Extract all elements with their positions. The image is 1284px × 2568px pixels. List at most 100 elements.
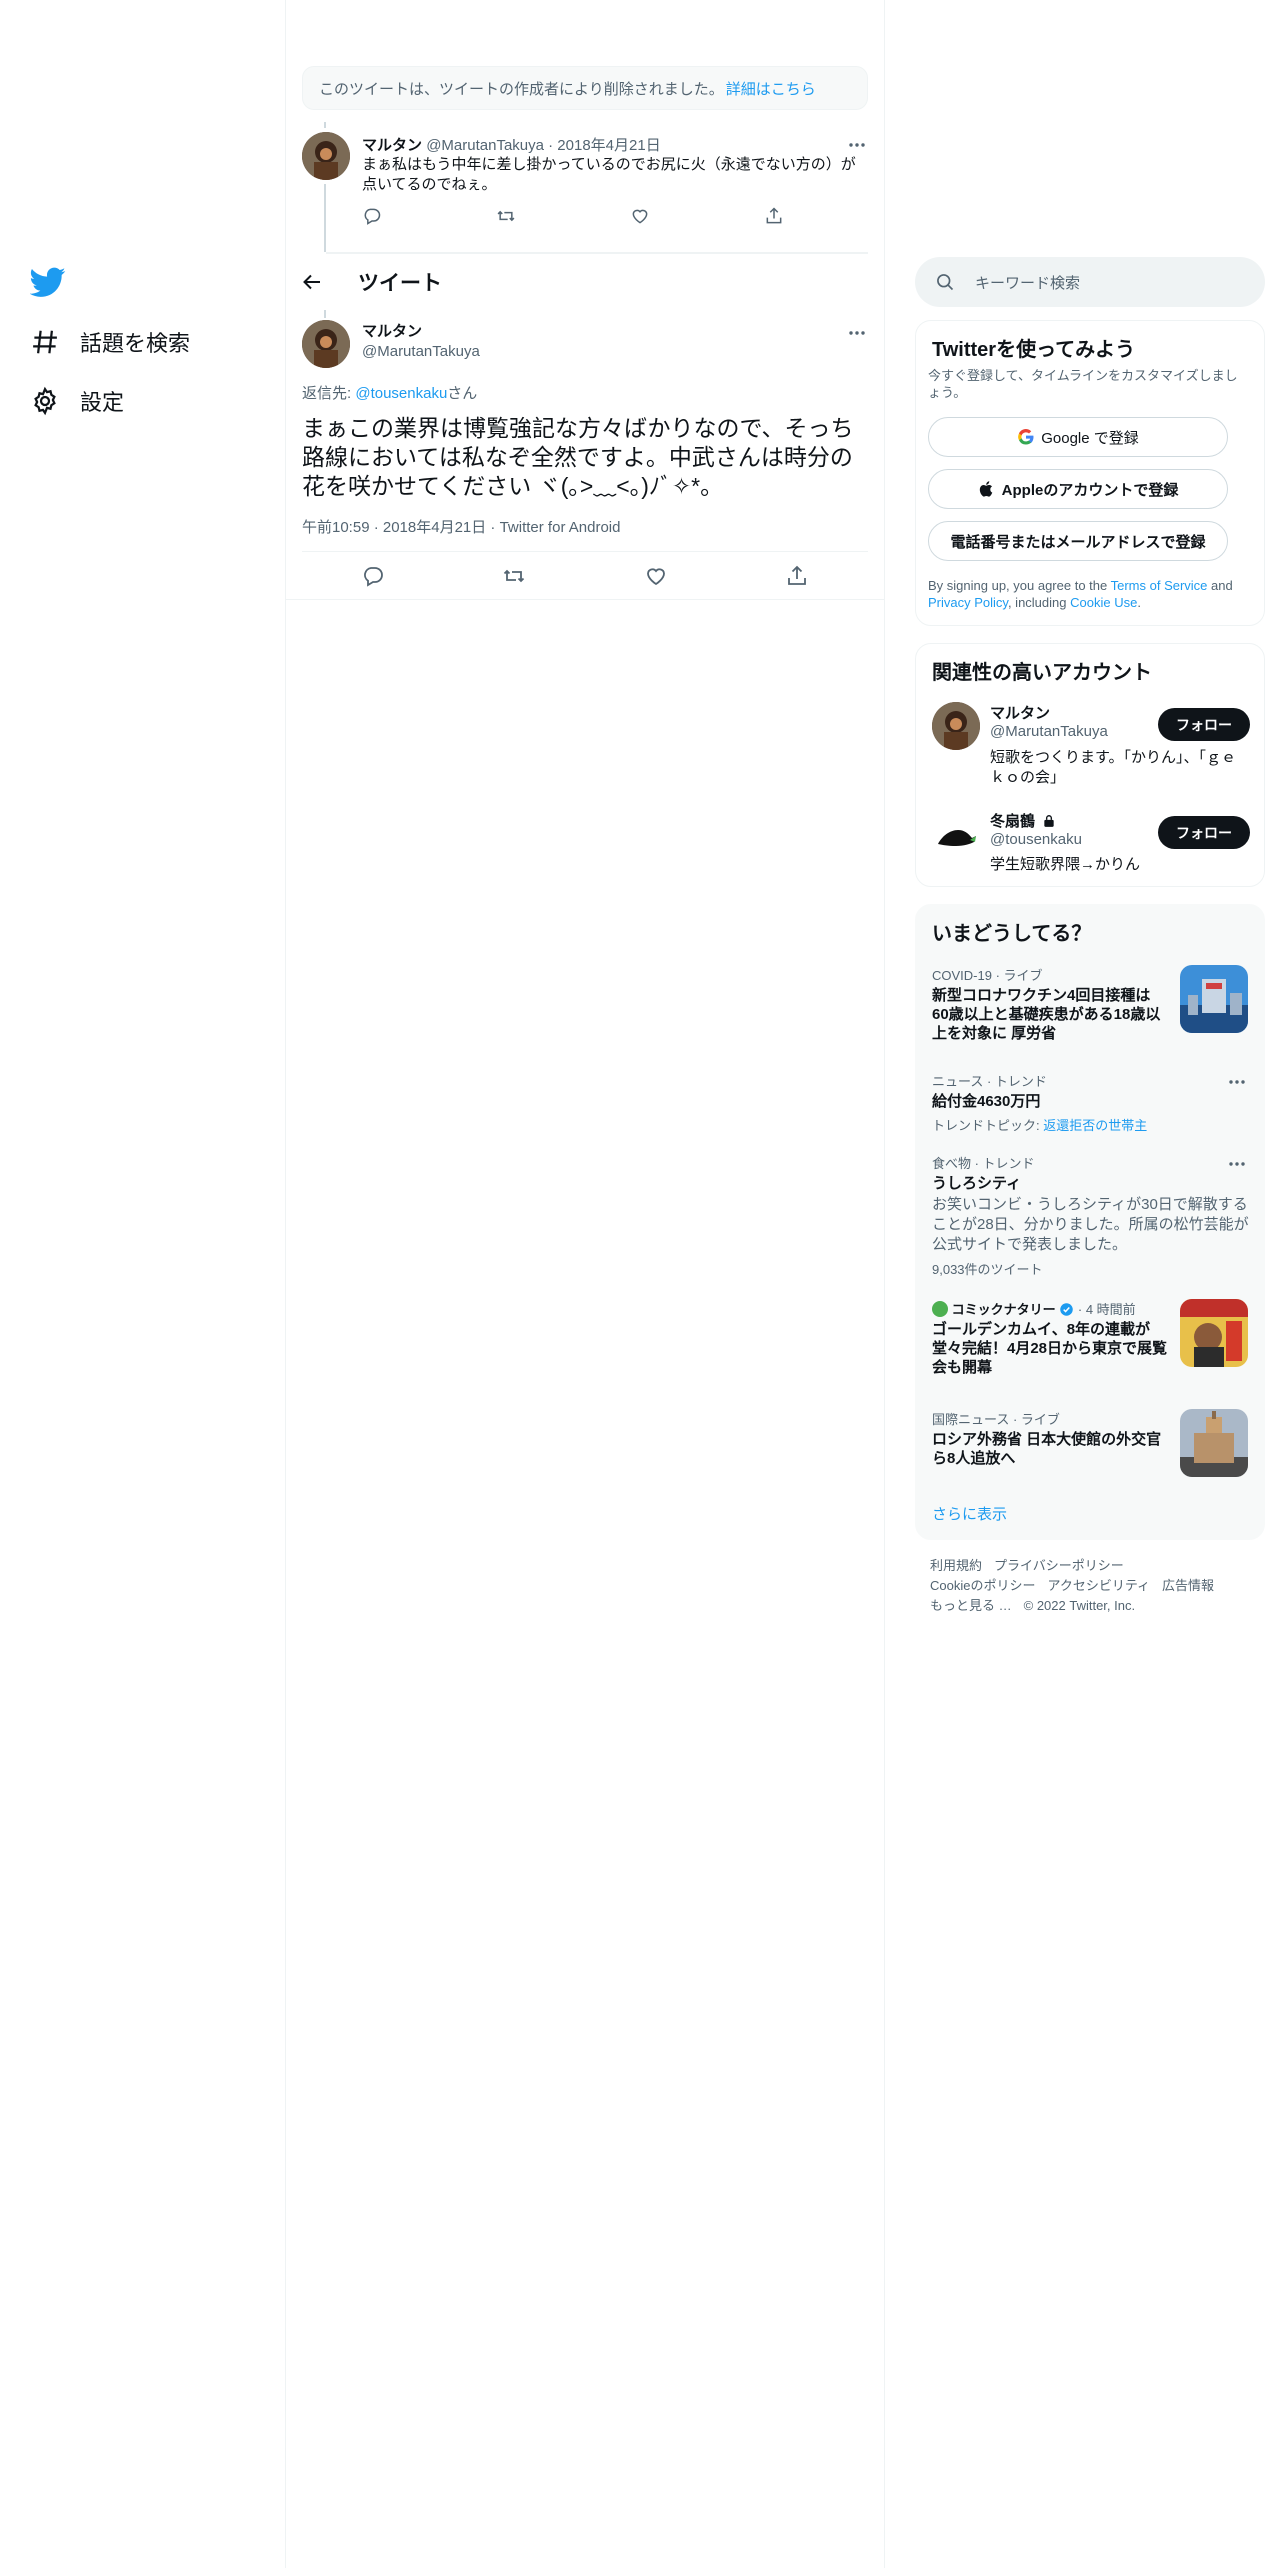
tweet-date[interactable]: · 2018年4月21日 [548,137,661,154]
deleted-tweet-notice: このツイートは、ツイートの作成者により削除されました。 詳細はこちら [302,66,868,110]
verified-badge-icon [1060,1303,1074,1316]
trend-title: 新型コロナワクチン4回目接種は60歳以上と基礎疾患がある18歳以上を対象に 厚労… [932,987,1161,1042]
retweet-icon[interactable] [496,206,516,226]
trend-topic-link[interactable]: 返還拒否の世帯主 [1043,1118,1147,1133]
like-icon[interactable] [630,206,650,226]
follow-button[interactable]: フォロー [1158,816,1250,849]
thread-line-top [324,310,326,318]
footer-accessibility-link[interactable]: アクセシビリティ [1047,1578,1150,1593]
tweet-metadata: 午前10:59 · 2018年4月21日 · Twitter for Andro… [302,516,620,537]
phone-email-signup-button[interactable]: 電話番号またはメールアドレスで登録 [928,521,1228,561]
show-more-link[interactable]: さらに表示 [932,1503,1007,1524]
nav-explore[interactable]: 話題を検索 [30,322,190,362]
user-name[interactable]: 冬扇鶴 [990,810,1056,831]
tweet-client[interactable]: Twitter for Android [500,519,621,536]
more-options-icon[interactable] [846,322,868,344]
user-row[interactable]: マルタン @MarutanTakuya 短歌をつくります。「かりん」、「ｇｅｋｏ… [916,702,1266,792]
author-name[interactable]: マルタン [362,322,480,342]
tweet-actions [302,564,868,588]
trend-tweet-count: 9,033件のツイート [932,1262,1043,1277]
footer-copyright: © 2022 Twitter, Inc. [1023,1598,1136,1613]
divider [286,599,884,600]
more-options-icon[interactable] [846,134,868,156]
avatar[interactable] [932,810,980,858]
cookie-use-link[interactable]: Cookie Use [1070,595,1137,610]
more-options-icon[interactable] [1226,1153,1248,1175]
parent-tweet[interactable]: マルタン @MarutanTakuya · 2018年4月21日 まぁ私はもう中… [286,122,884,252]
apple-signup-label: Appleのアカウントで登録 [1001,481,1179,499]
terms-text: By signing up, you agree to the [928,578,1111,593]
avatar[interactable] [302,132,350,180]
topic-prefix: トレンドトピック: [932,1118,1044,1133]
left-navigation: 話題を検索 設定 [0,0,285,2568]
search-input[interactable]: キーワード検索 [915,257,1265,307]
divider [302,551,868,552]
more-options-icon[interactable] [1226,1071,1248,1093]
signup-subtitle: 今すぐ登録して、タイムラインをカスタマイズしましょう。 [928,368,1238,400]
author-handle[interactable]: @MarutanTakuya [426,137,544,154]
trend-title: ロシア外務省 日本大使館の外交官ら8人追放へ [932,1431,1162,1467]
nav-settings-label: 設定 [80,390,125,415]
author-handle[interactable]: @MarutanTakuya [362,342,480,362]
trend-meta: 食べ物 · トレンド [932,1156,1035,1171]
related-title: 関連性の高いアカウント [932,662,1152,684]
retweet-icon[interactable] [502,564,526,588]
footer-more-link[interactable]: もっと見る … [930,1598,1012,1613]
trend-meta: コミックナタリー · 4 時間前 [932,1299,1168,1318]
divider [326,252,868,254]
thread-line-top [324,122,326,128]
privacy-policy-link[interactable]: Privacy Policy [928,595,1008,610]
user-handle: @MarutanTakuya [990,723,1108,740]
user-name[interactable]: マルタン [990,702,1050,723]
main-column: このツイートは、ツイートの作成者により削除されました。 詳細はこちら マルタン … [286,0,884,2568]
footer-privacy-link[interactable]: プライバシーポリシー [994,1558,1124,1573]
nav-explore-label: 話題を検索 [80,331,191,356]
google-icon [1018,428,1034,445]
learn-more-link[interactable]: 詳細はこちら [726,78,816,99]
related-accounts-card: 関連性の高いアカウント マルタン @MarutanTakuya 短歌をつくります… [915,643,1265,887]
google-signup-label: Google で登録 [1041,429,1139,447]
trend-thumbnail [1180,1409,1248,1477]
hashtag-icon [33,330,57,354]
trend-source: コミックナタリー [951,1302,1056,1317]
trend-item[interactable]: 国際ニュース · ライブ ロシア外務省 日本大使館の外交官ら8人追放へ [932,1409,1168,1468]
trend-item[interactable]: ニュース · トレンド 給付金4630万円 トレンドトピック: 返還拒否の世帯主 [932,1071,1250,1134]
deleted-notice-text: このツイートは、ツイートの作成者により削除されました。 [319,80,724,98]
avatar[interactable] [932,702,980,750]
like-icon[interactable] [644,564,668,588]
terms-text: . [1137,595,1141,610]
terms-of-service-link[interactable]: Terms of Service [1111,578,1208,593]
follow-button[interactable]: フォロー [1158,708,1250,741]
trend-title: うしろシティ [932,1175,1022,1192]
user-row[interactable]: 冬扇鶴 @tousenkaku 学生短歌界隈→かりん フォロー [916,810,1266,876]
twitter-bird-icon[interactable] [30,264,66,300]
user-handle: @tousenkaku [990,831,1082,848]
reply-mention-link[interactable]: @tousenkaku [355,385,447,402]
footer-ads-link[interactable]: 広告情報 [1162,1578,1214,1593]
source-avatar [932,1301,948,1317]
user-bio: 学生短歌界隈→かりん [990,856,1141,873]
share-icon[interactable] [785,564,809,588]
tweet-header-bar: ツイート [286,258,884,306]
footer-cookie-link[interactable]: Cookieのポリシー [930,1578,1035,1593]
trend-topic: トレンドトピック: 返還拒否の世帯主 [932,1115,1250,1134]
tweet-timestamp[interactable]: 午前10:59 · 2018年4月21日 · [302,519,500,536]
trend-item[interactable]: コミックナタリー · 4 時間前 ゴールデンカムイ、8年の連載が堂々完結！4月2… [932,1299,1168,1377]
google-signup-button[interactable]: Google で登録 [928,417,1228,457]
nav-settings[interactable]: 設定 [30,381,124,421]
reply-icon[interactable] [362,206,382,226]
gear-icon [34,386,56,416]
search-icon [937,274,954,291]
back-arrow-icon[interactable] [300,270,324,294]
trend-item[interactable]: 食べ物 · トレンド うしろシティ お笑いコンビ・うしろシティが30日で解散する… [932,1153,1250,1278]
avatar[interactable] [302,320,350,368]
tweet-text: まぁこの業界は博覧強記な方々ばかりなので、そっち路線においては私なぞ全然ですよ。… [302,415,854,499]
trend-meta: 国際ニュース · ライブ [932,1412,1060,1427]
author-name[interactable]: マルタン [362,137,422,154]
trend-time: · 4 時間前 [1077,1302,1136,1317]
footer-terms-link[interactable]: 利用規約 [930,1558,982,1573]
apple-signup-button[interactable]: Appleのアカウントで登録 [928,469,1228,509]
trend-item[interactable]: COVID-19 · ライブ 新型コロナワクチン4回目接種は60歳以上と基礎疾患… [932,965,1162,1043]
reply-icon[interactable] [361,564,385,588]
share-icon[interactable] [764,206,784,226]
